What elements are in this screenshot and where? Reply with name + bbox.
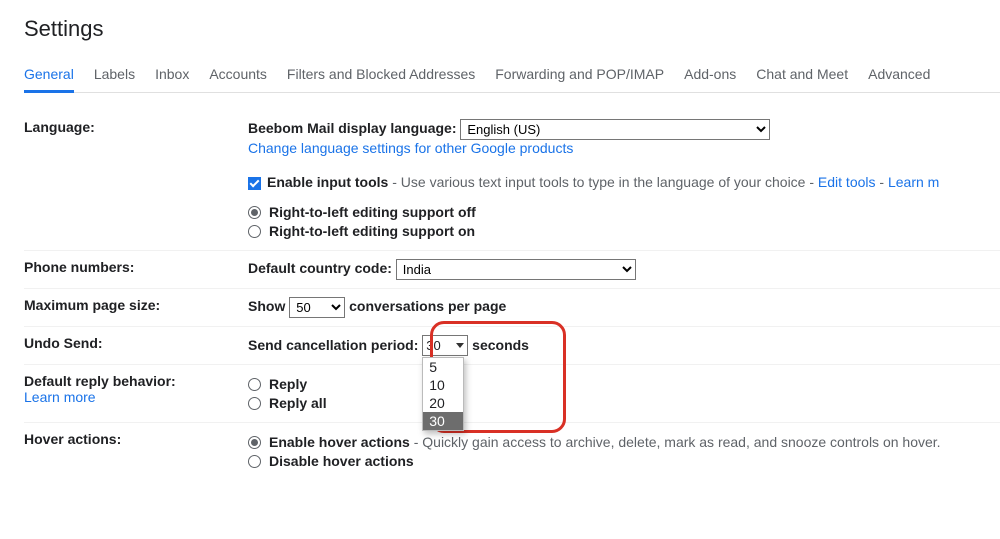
page-size-select[interactable]: 50 <box>289 297 345 318</box>
rtl-off-radio[interactable] <box>248 206 261 219</box>
tab-addons[interactable]: Add-ons <box>684 60 736 92</box>
undo-send-option-5[interactable]: 5 <box>423 358 463 376</box>
tab-inbox[interactable]: Inbox <box>155 60 189 92</box>
tab-advanced[interactable]: Advanced <box>868 60 930 92</box>
enable-hover-label: Enable hover actions <box>269 434 410 450</box>
chevron-down-icon <box>456 343 464 348</box>
page-size-show: Show <box>248 298 285 314</box>
reply-all-radio[interactable] <box>248 397 261 410</box>
display-language-select[interactable]: English (US) <box>460 119 770 140</box>
undo-send-dropdown: 5 10 20 30 <box>422 357 464 431</box>
tab-accounts[interactable]: Accounts <box>209 60 267 92</box>
default-reply-label: Default reply behavior: Learn more <box>24 373 248 405</box>
enable-input-tools-label: Enable input tools <box>267 174 388 190</box>
reply-all-label: Reply all <box>269 395 327 411</box>
undo-send-select[interactable]: 30 <box>422 335 468 356</box>
change-language-link[interactable]: Change language settings for other Googl… <box>248 140 573 156</box>
undo-send-value: 30 <box>426 338 440 353</box>
phone-numbers-label: Phone numbers: <box>24 259 248 275</box>
tab-labels[interactable]: Labels <box>94 60 135 92</box>
tab-filters[interactable]: Filters and Blocked Addresses <box>287 60 475 92</box>
learn-more-link[interactable]: Learn m <box>888 174 939 190</box>
enable-input-tools-checkbox[interactable] <box>248 177 261 190</box>
undo-send-option-20[interactable]: 20 <box>423 394 463 412</box>
reply-learn-more-link[interactable]: Learn more <box>24 389 96 405</box>
enable-input-tools-desc: - Use various text input tools to type i… <box>388 174 818 190</box>
disable-hover-radio[interactable] <box>248 455 261 468</box>
reply-label: Reply <box>269 376 307 392</box>
rtl-on-radio[interactable] <box>248 225 261 238</box>
default-country-code-label: Default country code: <box>248 260 392 276</box>
reply-radio[interactable] <box>248 378 261 391</box>
display-language-label: Beebom Mail display language: <box>248 120 457 136</box>
undo-send-suffix: seconds <box>472 337 529 353</box>
enable-hover-desc: - Quickly gain access to archive, delete… <box>410 434 941 450</box>
undo-send-option-30[interactable]: 30 <box>423 412 463 430</box>
page-title: Settings <box>24 16 1000 42</box>
default-country-code-select[interactable]: India <box>396 259 636 280</box>
undo-send-label: Undo Send: <box>24 335 248 351</box>
rtl-off-label: Right-to-left editing support off <box>269 204 476 220</box>
undo-send-option-10[interactable]: 10 <box>423 376 463 394</box>
tab-general[interactable]: General <box>24 60 74 93</box>
tab-forwarding[interactable]: Forwarding and POP/IMAP <box>495 60 664 92</box>
maximum-page-size-label: Maximum page size: <box>24 297 248 313</box>
undo-send-prefix: Send cancellation period: <box>248 337 418 353</box>
edit-tools-link[interactable]: Edit tools <box>818 174 876 190</box>
enable-hover-radio[interactable] <box>248 436 261 449</box>
hover-actions-label: Hover actions: <box>24 431 248 447</box>
rtl-on-label: Right-to-left editing support on <box>269 223 475 239</box>
tab-chat[interactable]: Chat and Meet <box>756 60 848 92</box>
language-label: Language: <box>24 119 248 135</box>
page-size-suffix: conversations per page <box>349 298 506 314</box>
settings-tabs: General Labels Inbox Accounts Filters an… <box>24 60 1000 93</box>
disable-hover-label: Disable hover actions <box>269 453 414 469</box>
